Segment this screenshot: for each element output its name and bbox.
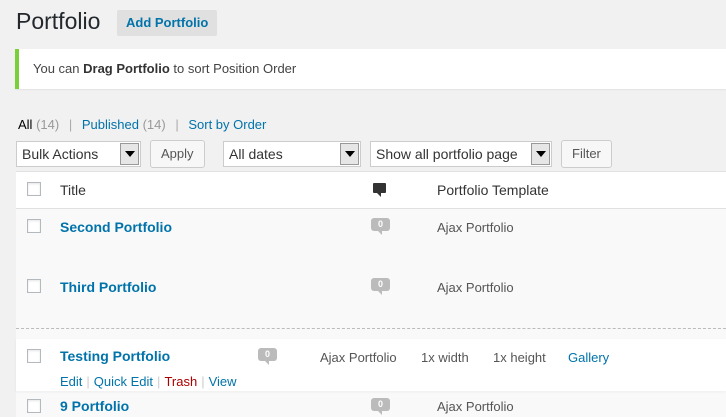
status-filters: All (14) | Published (14) | Sort by Orde… — [18, 117, 266, 132]
separator: | — [201, 374, 205, 389]
dropdown-arrow-icon — [340, 143, 359, 165]
column-portfolio-template: Portfolio Template — [437, 182, 549, 198]
row-height: 1x height — [493, 350, 546, 365]
row-template: Ajax Portfolio — [437, 280, 514, 295]
row-gallery-link[interactable]: Gallery — [568, 350, 609, 365]
row-title-link[interactable]: Second Portfolio — [60, 219, 172, 235]
portfolio-page-value: Show all portfolio page — [376, 146, 518, 162]
row-checkbox[interactable] — [27, 219, 41, 233]
trash-link[interactable]: Trash — [164, 374, 197, 389]
apply-button[interactable]: Apply — [150, 140, 205, 168]
sort-by-order-link[interactable]: Sort by Order — [188, 117, 266, 132]
row-template: Ajax Portfolio — [437, 399, 514, 414]
date-filter-select[interactable]: All dates — [223, 141, 361, 167]
comments-icon[interactable] — [373, 183, 386, 197]
comment-count-bubble[interactable]: 0 — [258, 348, 277, 365]
row-title-link[interactable]: 9 Portfolio — [60, 398, 129, 414]
separator: | — [157, 374, 161, 389]
row-template: Ajax Portfolio — [320, 350, 397, 365]
comment-count-bubble[interactable]: 0 — [371, 278, 390, 295]
row-template: Ajax Portfolio — [437, 220, 514, 235]
filter-button[interactable]: Filter — [561, 140, 612, 168]
portfolio-page-select[interactable]: Show all portfolio page — [370, 141, 552, 167]
bulk-actions-select[interactable]: Bulk Actions — [16, 141, 141, 167]
filter-published-link[interactable]: Published — [82, 117, 139, 132]
separator: | — [86, 374, 90, 389]
row-title-link[interactable]: Testing Portfolio — [60, 348, 170, 364]
table-header: Title Portfolio Template — [16, 172, 726, 209]
comment-count-bubble[interactable]: 0 — [371, 218, 390, 235]
separator: | — [68, 117, 73, 132]
row-title-link[interactable]: Third Portfolio — [60, 279, 156, 295]
notice-bold: Drag Portfolio — [83, 61, 170, 76]
row-checkbox[interactable] — [27, 399, 41, 413]
add-portfolio-button[interactable]: Add Portfolio — [117, 10, 218, 36]
quick-edit-link[interactable]: Quick Edit — [94, 374, 153, 389]
filter-published-count: (14) — [142, 117, 166, 132]
edit-link[interactable]: Edit — [60, 374, 82, 389]
bulk-actions-value: Bulk Actions — [22, 146, 99, 162]
page-title: Portfolio — [16, 8, 101, 34]
column-title[interactable]: Title — [60, 182, 86, 198]
dragged-table-row[interactable]: Testing Portfolio 0 Ajax Portfolio 1x wi… — [16, 339, 726, 391]
view-link[interactable]: View — [209, 374, 237, 389]
separator: | — [175, 117, 179, 132]
date-filter-value: All dates — [229, 146, 283, 162]
row-checkbox[interactable] — [27, 349, 41, 363]
filter-all-link[interactable]: All — [18, 117, 32, 132]
sort-notice: You can Drag Portfolio to sort Position … — [15, 49, 726, 89]
notice-prefix: You can — [33, 61, 84, 76]
select-all-checkbox[interactable] — [27, 182, 41, 196]
row-width: 1x width — [421, 350, 469, 365]
notice-suffix: to sort Position Order — [169, 61, 297, 76]
comment-count-bubble[interactable]: 0 — [371, 398, 390, 415]
filter-all-count: (14) — [36, 117, 60, 132]
row-checkbox[interactable] — [27, 279, 41, 293]
row-actions: Edit | Quick Edit | Trash | View — [60, 374, 237, 389]
dropdown-arrow-icon — [531, 143, 550, 165]
dropdown-arrow-icon — [120, 143, 139, 165]
